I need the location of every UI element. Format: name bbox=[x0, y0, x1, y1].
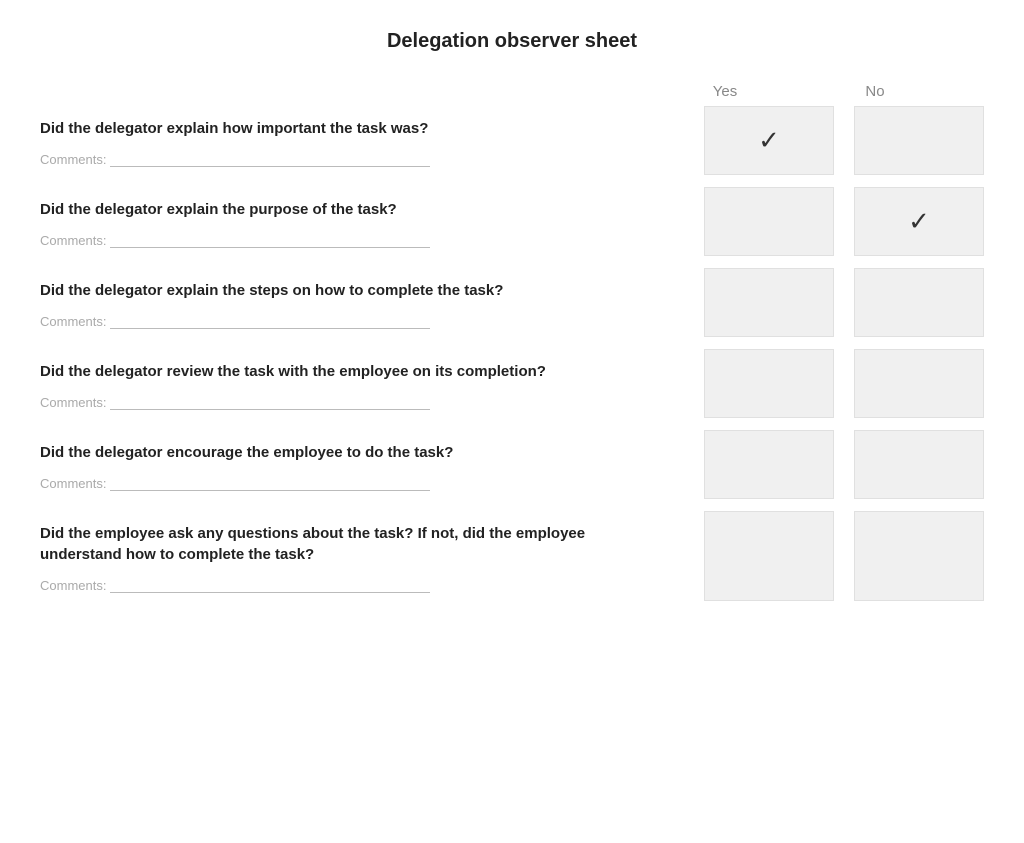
table-row: Did the delegator explain the steps on h… bbox=[40, 268, 984, 337]
no-box-5[interactable] bbox=[854, 430, 984, 499]
yes-column-header: Yes bbox=[660, 83, 790, 100]
table-row: Did the delegator review the task with t… bbox=[40, 349, 984, 418]
comments-input-3[interactable] bbox=[110, 311, 430, 329]
question-area-5: Did the delegator encourage the employee… bbox=[40, 430, 660, 499]
yes-box-6[interactable] bbox=[704, 511, 834, 601]
page-title: Delegation observer sheet bbox=[40, 20, 984, 53]
yes-box-5[interactable] bbox=[704, 430, 834, 499]
no-checkmark-2: ✓ bbox=[908, 206, 930, 237]
no-box-3[interactable] bbox=[854, 268, 984, 337]
question-area-4: Did the delegator review the task with t… bbox=[40, 349, 660, 418]
question-text-1: Did the delegator explain how important … bbox=[40, 118, 640, 139]
question-area-1: Did the delegator explain how important … bbox=[40, 106, 660, 175]
comments-label-6: Comments: bbox=[40, 578, 106, 593]
question-text-2: Did the delegator explain the purpose of… bbox=[40, 199, 640, 220]
table-row: Did the employee ask any questions about… bbox=[40, 511, 984, 601]
question-area-6: Did the employee ask any questions about… bbox=[40, 511, 660, 601]
no-box-4[interactable] bbox=[854, 349, 984, 418]
comments-input-1[interactable] bbox=[110, 149, 430, 167]
comments-label-2: Comments: bbox=[40, 233, 106, 248]
yes-box-1[interactable]: ✓ bbox=[704, 106, 834, 175]
yes-checkmark-1: ✓ bbox=[758, 125, 780, 156]
comments-label-1: Comments: bbox=[40, 152, 106, 167]
no-column-header: No bbox=[810, 83, 940, 100]
no-box-6[interactable] bbox=[854, 511, 984, 601]
table-row: Did the delegator encourage the employee… bbox=[40, 430, 984, 499]
comments-input-6[interactable] bbox=[110, 575, 430, 593]
table-row: Did the delegator explain how important … bbox=[40, 106, 984, 175]
question-text-3: Did the delegator explain the steps on h… bbox=[40, 280, 640, 301]
comments-label-3: Comments: bbox=[40, 314, 106, 329]
question-area-2: Did the delegator explain the purpose of… bbox=[40, 187, 660, 256]
question-area-3: Did the delegator explain the steps on h… bbox=[40, 268, 660, 337]
yes-box-3[interactable] bbox=[704, 268, 834, 337]
no-box-2[interactable]: ✓ bbox=[854, 187, 984, 256]
comments-input-4[interactable] bbox=[110, 392, 430, 410]
comments-label-5: Comments: bbox=[40, 476, 106, 491]
yes-box-2[interactable] bbox=[704, 187, 834, 256]
question-text-4: Did the delegator review the task with t… bbox=[40, 361, 640, 382]
question-text-5: Did the delegator encourage the employee… bbox=[40, 442, 640, 463]
comments-input-2[interactable] bbox=[110, 230, 430, 248]
no-box-1[interactable] bbox=[854, 106, 984, 175]
comments-label-4: Comments: bbox=[40, 395, 106, 410]
table-row: Did the delegator explain the purpose of… bbox=[40, 187, 984, 256]
comments-input-5[interactable] bbox=[110, 473, 430, 491]
yes-box-4[interactable] bbox=[704, 349, 834, 418]
question-text-6: Did the employee ask any questions about… bbox=[40, 523, 640, 565]
